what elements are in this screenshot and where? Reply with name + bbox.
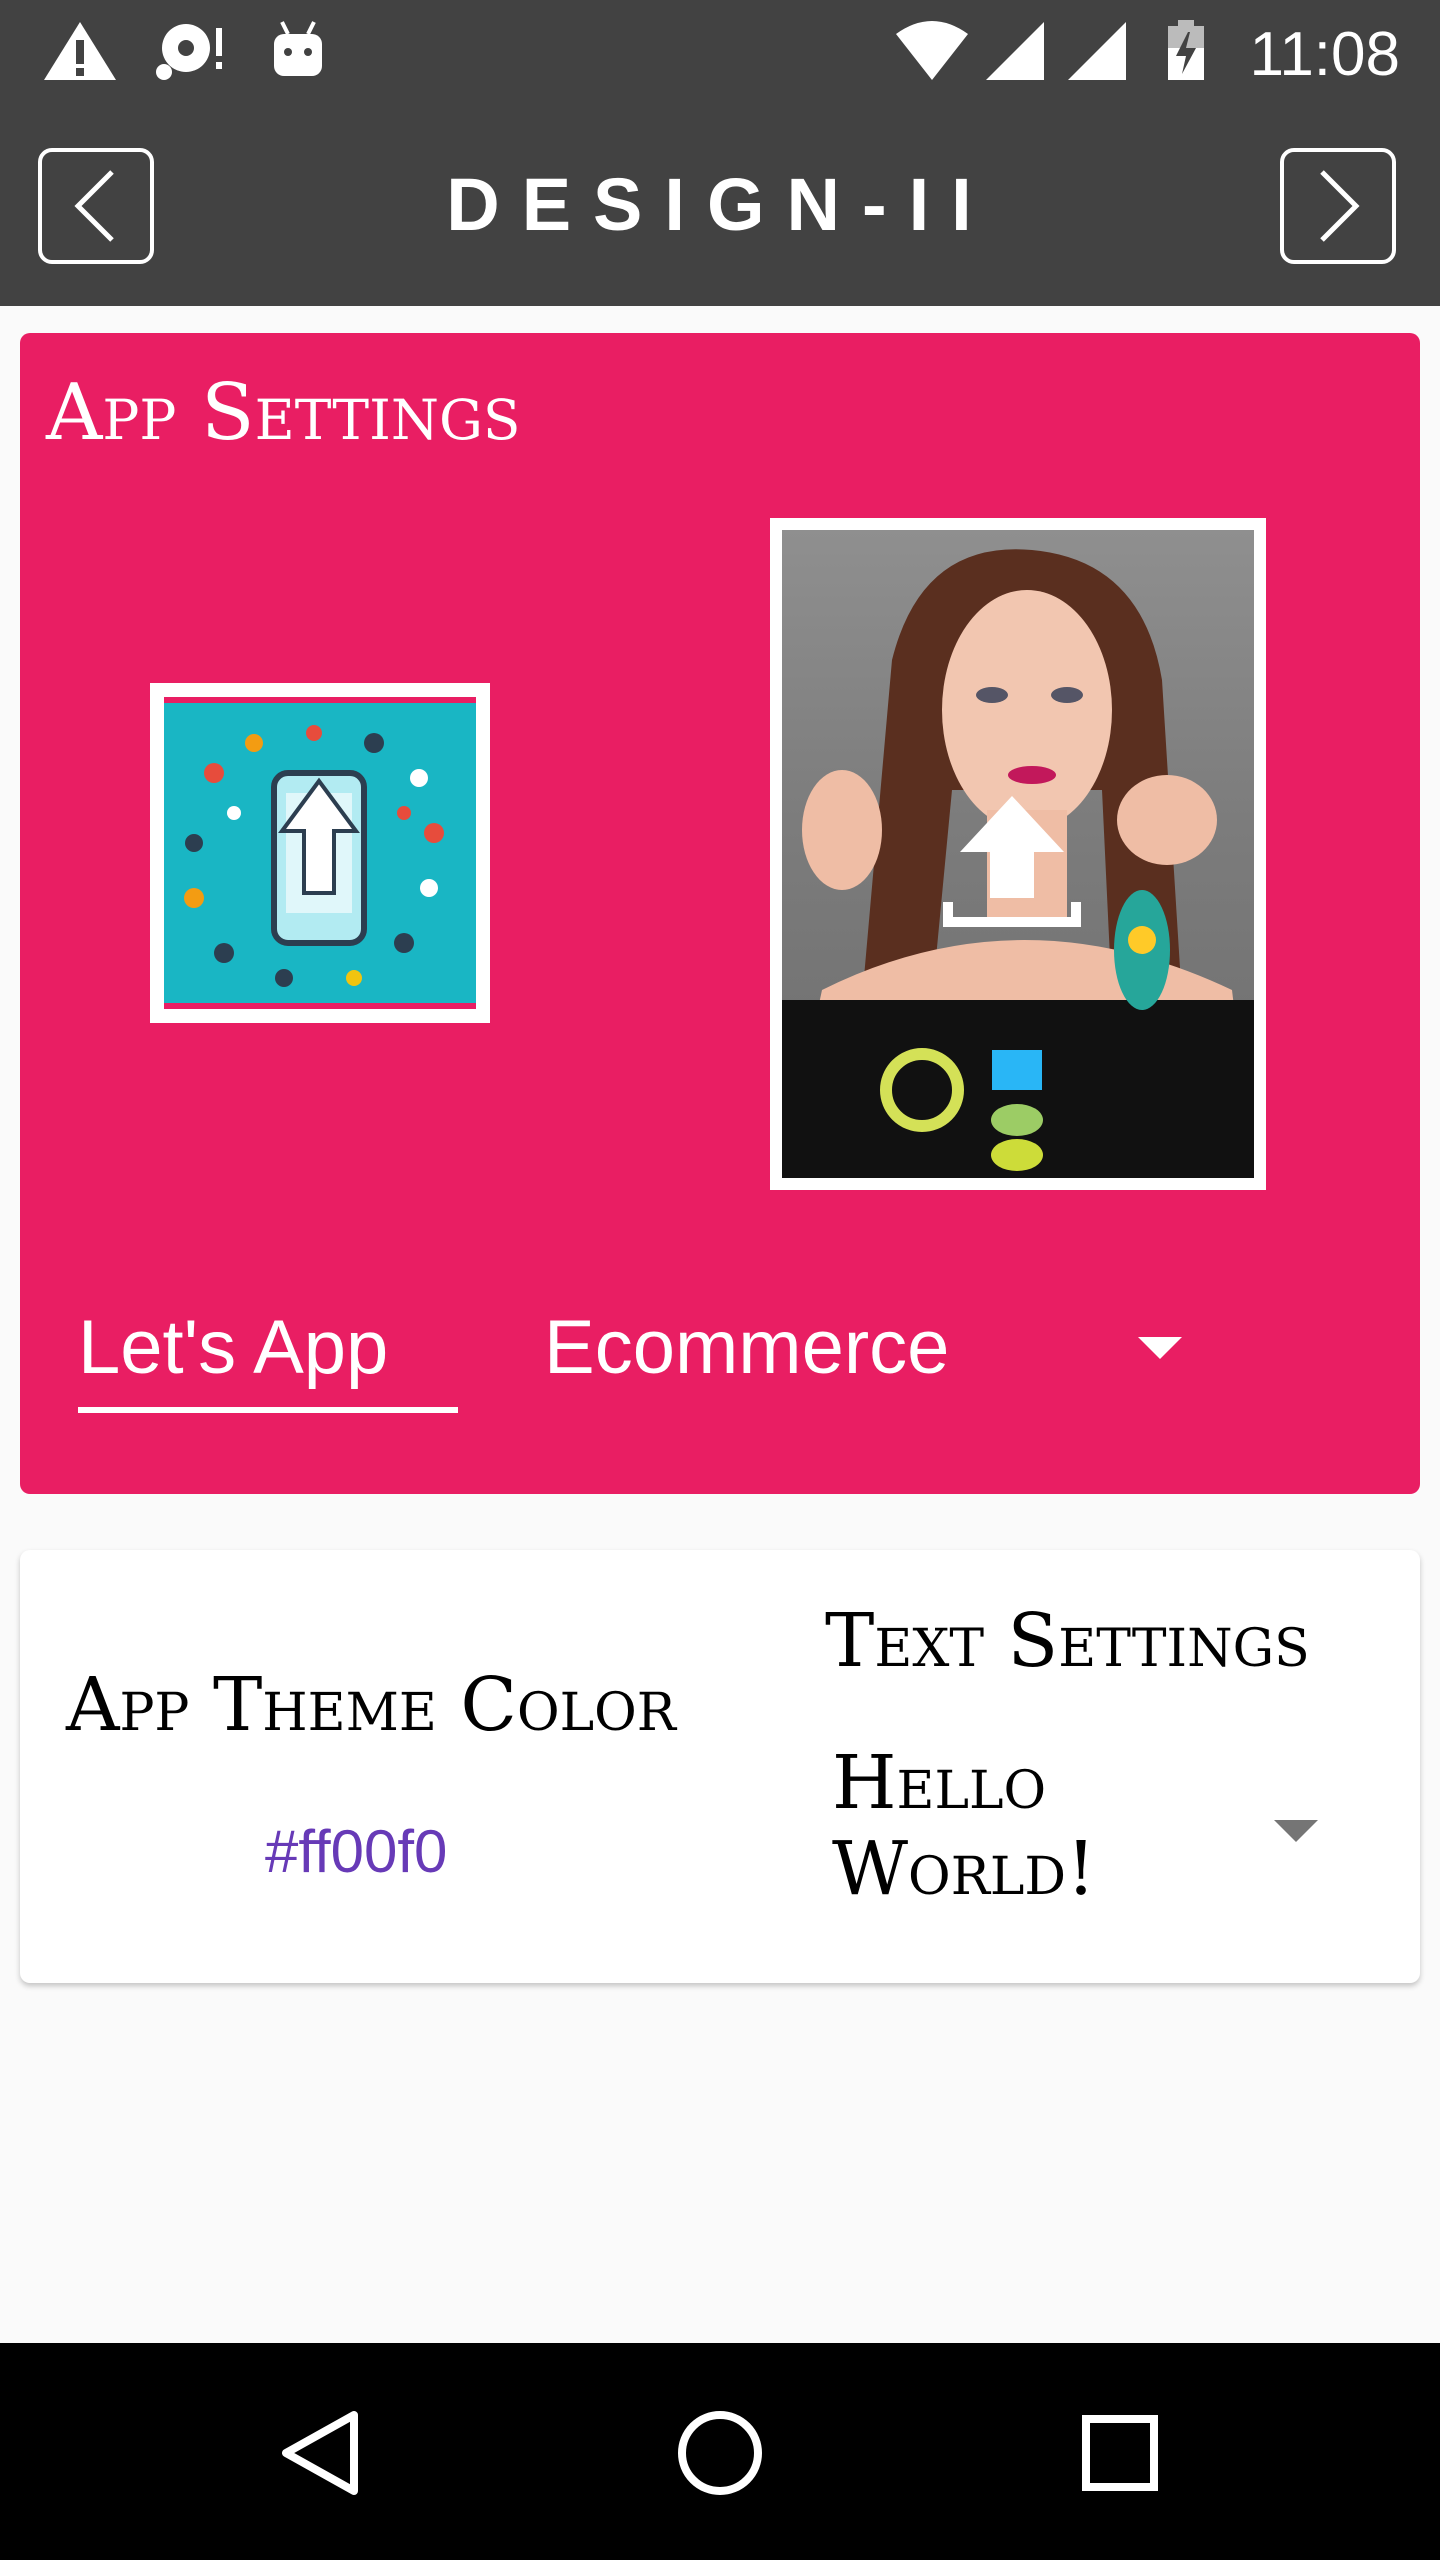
battery-charging-icon (1168, 20, 1204, 80)
app-name-value: Let's App (78, 1305, 389, 1390)
navigation-bar (0, 2343, 1440, 2560)
status-bar: 11:08 (0, 0, 1440, 110)
category-value: Ecommerce (544, 1305, 950, 1390)
theme-color-label: App Theme Color (66, 1662, 676, 1748)
forward-button[interactable] (1280, 148, 1396, 264)
app-settings-card: App Settings Let's App Ecommerce (20, 333, 1420, 1494)
android-debug-icon (274, 21, 322, 76)
app-name-dropdown[interactable]: Let's App (78, 1293, 458, 1413)
warning-icon (44, 22, 116, 80)
sd-card-alert-icon (156, 24, 222, 80)
dropdown-arrow-icon (1274, 1820, 1318, 1842)
signal-icon-2 (1068, 22, 1126, 80)
home-circle-icon[interactable] (672, 2405, 768, 2501)
text-settings-label: Text Settings (825, 1598, 1310, 1684)
app-logo-illustration (184, 725, 444, 987)
status-time: 11:08 (1249, 20, 1400, 89)
theme-color-value[interactable]: #ff00f0 (265, 1812, 447, 1892)
background-photo (782, 530, 1254, 1178)
app-settings-title: App Settings (46, 368, 521, 458)
app-logo-image (164, 697, 476, 1009)
page-title: DESIGN-II (446, 163, 994, 246)
back-triangle-icon[interactable] (272, 2405, 368, 2501)
settings-card: App Theme Color #ff00f0 Text Settings He… (20, 1550, 1420, 1983)
upload-icon (943, 796, 1081, 927)
signal-icon (986, 22, 1044, 80)
recents-square-icon[interactable] (1072, 2405, 1168, 2501)
chevron-right-icon (1320, 170, 1360, 242)
text-settings-dropdown[interactable]: Hello World! (820, 1740, 1360, 1940)
category-dropdown[interactable]: Ecommerce (532, 1293, 1192, 1413)
toolbar: DESIGN-II (0, 110, 1440, 306)
app-logo-picker[interactable] (150, 683, 490, 1023)
dropdown-arrow-icon (1138, 1337, 1182, 1359)
background-image-picker[interactable] (770, 518, 1266, 1190)
wifi-icon (896, 21, 968, 80)
text-settings-value: Hello World! (832, 1740, 1096, 1912)
